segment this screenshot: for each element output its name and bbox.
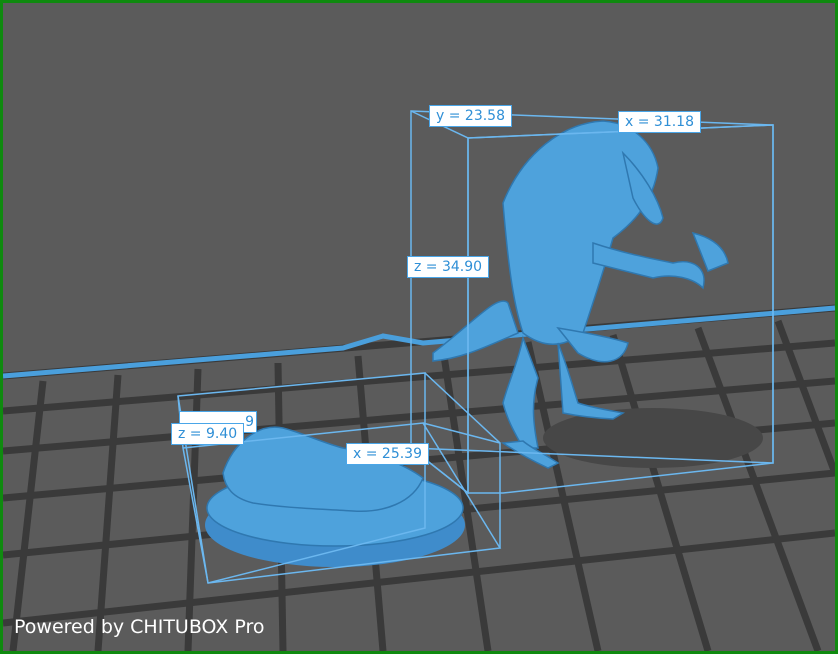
3d-viewport[interactable]: y = 23.58 x = 31.18 z = 34.90 9 z = 9.40… (0, 0, 838, 654)
model-shadow (543, 408, 763, 468)
dimension-label-z: z = 34.90 (407, 256, 490, 278)
watermark-text: Powered by CHITUBOX Pro (14, 616, 265, 638)
crouching-creature (222, 426, 424, 512)
dimension-label-y: y = 23.58 (429, 105, 512, 127)
scene-canvas[interactable] (3, 3, 835, 651)
dimension-label-x: x = 25.39 (346, 443, 429, 465)
dimension-label-z: z = 9.40 (171, 423, 245, 445)
dimension-label-x: x = 31.18 (618, 111, 701, 133)
